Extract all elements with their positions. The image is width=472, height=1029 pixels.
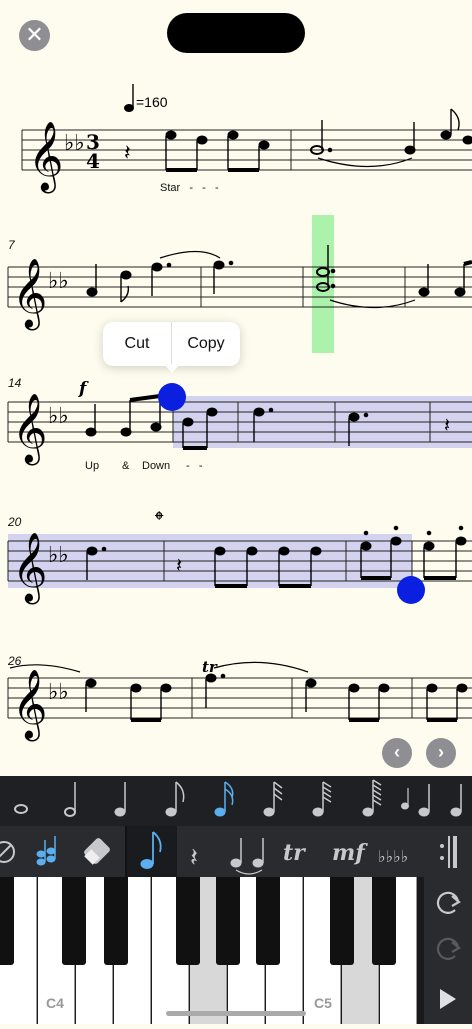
whole-note-icon bbox=[14, 804, 28, 814]
thirtysecond-note-icon bbox=[263, 781, 283, 817]
play-icon bbox=[440, 989, 456, 1009]
redo-icon bbox=[436, 937, 461, 960]
no-entry-icon bbox=[0, 841, 15, 863]
measure-number: 7 bbox=[8, 238, 15, 252]
key-signature: ♭♭ bbox=[48, 404, 69, 429]
piano-black-key[interactable] bbox=[104, 877, 128, 965]
dynamics-tool-icon: mf bbox=[332, 840, 368, 866]
key-signature: ♭♭ bbox=[64, 131, 85, 156]
staff-2 bbox=[7, 266, 472, 308]
row2-notes bbox=[86, 245, 472, 309]
lyric: - - bbox=[186, 460, 203, 472]
tie-tool-icon bbox=[230, 838, 264, 875]
time-sig-bottom: 4 bbox=[86, 149, 100, 173]
side-controls bbox=[424, 877, 472, 1024]
row5-notes: tr bbox=[9, 658, 468, 722]
repeat-barline-icon bbox=[440, 836, 457, 868]
treble-clef: 𝄞 bbox=[28, 121, 63, 193]
eraser-icon bbox=[84, 838, 110, 865]
measure-number: 26 bbox=[8, 654, 22, 668]
key-label-c4: C4 bbox=[46, 995, 64, 1011]
measure-number: 20 bbox=[8, 515, 22, 529]
key-label-c5: C5 bbox=[314, 995, 332, 1011]
key-signature: ♭♭ bbox=[48, 680, 69, 705]
toolbar-icons-svg: 𝄽 tr mf ♭♭♭♭ bbox=[0, 826, 457, 877]
sixteenth-note-icon bbox=[214, 781, 234, 817]
grace-note-icon bbox=[401, 784, 430, 817]
treble-clef: 𝄞 bbox=[12, 393, 47, 465]
piano-black-key[interactable] bbox=[330, 877, 354, 965]
lyric: Up bbox=[85, 460, 100, 472]
key-signature-tool-icon: ♭♭♭♭ bbox=[378, 847, 408, 866]
lyric: Star - - - bbox=[160, 182, 219, 194]
prev-page-button[interactable]: ‹ bbox=[382, 738, 412, 768]
edit-popup-menu: Cut Copy bbox=[103, 322, 240, 366]
cut-button[interactable]: Cut bbox=[103, 322, 171, 366]
row4-notes: 𝄌 𝄽 bbox=[86, 506, 467, 588]
quarter-note-icon bbox=[450, 784, 462, 817]
home-indicator bbox=[166, 1011, 306, 1016]
svg-text:f: f bbox=[78, 379, 89, 399]
piano-keyboard: C4 C5 bbox=[0, 877, 472, 1024]
staff-5 bbox=[7, 677, 472, 719]
staff-4 bbox=[7, 540, 472, 582]
piano-black-key[interactable] bbox=[0, 877, 14, 965]
measure-number: 14 bbox=[8, 376, 22, 390]
rest-tool-icon: 𝄽 bbox=[190, 843, 198, 873]
piano-black-key[interactable] bbox=[176, 877, 200, 965]
selection-start-handle[interactable] bbox=[158, 383, 186, 411]
selection-end-handle[interactable] bbox=[397, 576, 425, 604]
piano-black-key[interactable] bbox=[62, 877, 86, 965]
lyric: Down bbox=[142, 460, 171, 472]
note-duration-bar bbox=[0, 776, 472, 826]
staff-3 bbox=[7, 401, 472, 443]
editing-toolbar: 𝄽 tr mf ♭♭♭♭ bbox=[0, 826, 472, 877]
trill-tool-icon: tr bbox=[283, 840, 306, 866]
score-view[interactable]: ✕ 𝄞 𝄞 𝄞 𝄞 𝄞 ♭♭ ♭♭ ♭♭ ♭♭ ♭♭ 3 4 𝄽 f 𝄽 𝄌 𝄽… bbox=[0, 0, 472, 776]
piano-black-key[interactable] bbox=[256, 877, 280, 965]
half-note-icon bbox=[64, 782, 76, 817]
svg-text:𝄽: 𝄽 bbox=[444, 413, 450, 437]
row3-notes: f 𝄽 bbox=[78, 379, 450, 450]
duration-icons-svg bbox=[14, 779, 462, 817]
piano-black-key[interactable] bbox=[216, 877, 240, 965]
sixtyfourth-note-icon bbox=[312, 781, 332, 817]
svg-text:𝄽: 𝄽 bbox=[176, 553, 182, 577]
treble-clef: 𝄞 bbox=[12, 258, 47, 330]
score-svg: 𝄞 𝄞 𝄞 𝄞 𝄞 ♭♭ ♭♭ ♭♭ ♭♭ ♭♭ 3 4 𝄽 f 𝄽 𝄌 𝄽 t… bbox=[7, 84, 472, 741]
piano-black-key[interactable] bbox=[372, 877, 396, 965]
quarter-note-icon bbox=[114, 782, 126, 817]
tempo-marking: =160 bbox=[136, 94, 168, 110]
treble-clef: 𝄞 bbox=[12, 532, 47, 604]
treble-clef: 𝄞 bbox=[12, 669, 47, 741]
next-page-button[interactable]: › bbox=[426, 738, 456, 768]
popup-arrow bbox=[164, 364, 180, 373]
active-tool-bg bbox=[127, 826, 177, 877]
eighth-note-icon bbox=[165, 781, 185, 817]
key-signature: ♭♭ bbox=[48, 543, 69, 568]
side-controls-svg bbox=[436, 891, 461, 1009]
svg-text:𝄽: 𝄽 bbox=[124, 141, 131, 166]
onetwentyeighth-note-icon bbox=[362, 779, 382, 817]
undo-icon bbox=[436, 891, 461, 914]
lyric: & bbox=[122, 460, 130, 472]
copy-button[interactable]: Copy bbox=[172, 322, 240, 366]
key-signature: ♭♭ bbox=[48, 269, 69, 294]
chord-icon bbox=[36, 836, 56, 866]
coda-symbol: 𝄌 bbox=[155, 506, 164, 534]
